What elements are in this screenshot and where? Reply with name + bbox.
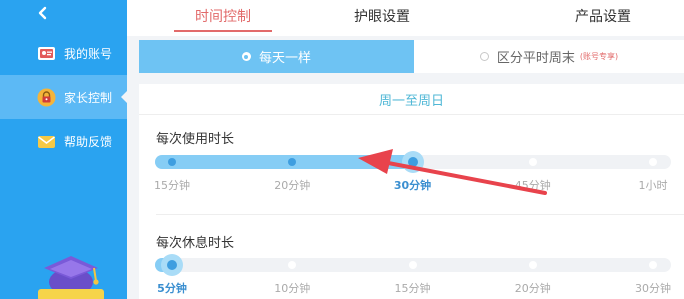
graduation-cap-icon [38, 256, 104, 299]
active-indicator [121, 91, 127, 103]
sidebar-item-help-feedback[interactable]: 帮助反馈 [0, 119, 127, 163]
sidebar-item-label: 家长控制 [64, 90, 113, 105]
weekday-range-label: 周一至周日 [378, 94, 444, 109]
chevron-left-icon [38, 6, 47, 20]
radio-selected-icon [241, 52, 251, 61]
id-card-icon [38, 46, 55, 60]
tab-product-settings[interactable]: 产品设置 [553, 0, 653, 32]
sidebar-item-label: 帮助反馈 [64, 134, 113, 149]
slider-stop[interactable] [528, 158, 537, 166]
slider-stop[interactable] [649, 261, 657, 269]
divider [156, 214, 684, 215]
schedule-mode-toggle: 每天一样 区分平时周末 (账号专享) [139, 40, 684, 73]
option-label: 区分平时周末 [496, 51, 575, 66]
slider-tick-label: 30分钟 [393, 179, 432, 192]
mascot-logo [36, 252, 106, 299]
option-label: 每天一样 [258, 51, 311, 66]
rest-duration-title: 每次休息时长 [156, 236, 235, 251]
slider-stop[interactable] [528, 261, 537, 269]
sidebar: 我的账号 家长控制 帮助反馈 [0, 0, 127, 299]
option-same-every-day[interactable]: 每天一样 [139, 40, 414, 73]
slider-tick-label: 10分钟 [274, 282, 311, 295]
back-button[interactable] [30, 0, 56, 26]
rest-duration-slider[interactable] [155, 254, 671, 276]
tab-label: 护眼设置 [354, 9, 410, 25]
sidebar-item-label: 我的账号 [64, 46, 113, 61]
slider-tick-label: 30分钟 [635, 282, 671, 295]
usage-duration-slider[interactable] [155, 151, 671, 173]
slider-thumb[interactable] [161, 254, 183, 276]
usage-duration-title: 每次使用时长 [156, 132, 235, 147]
tab-label: 产品设置 [575, 9, 631, 25]
radio-unselected-icon [479, 52, 489, 61]
option-weekday-weekend[interactable]: 区分平时周末 (账号专享) [414, 40, 684, 73]
slider-tick-label: 15分钟 [394, 282, 431, 295]
account-exclusive-badge: (账号专享) [579, 52, 619, 61]
slider-stop[interactable] [649, 158, 657, 166]
slider-tick-label: 45分钟 [514, 179, 551, 192]
slider-thumb[interactable] [401, 151, 424, 173]
slider-tick-label: 5分钟 [157, 282, 187, 295]
tab-time-control[interactable]: 时间控制 [174, 0, 272, 32]
tab-active-underline [174, 30, 272, 32]
tab-eye-protection[interactable]: 护眼设置 [332, 0, 432, 32]
slider-stop[interactable] [408, 261, 417, 269]
lock-icon [37, 88, 56, 106]
slider-tick-label: 15分钟 [154, 179, 190, 192]
sidebar-item-my-account[interactable]: 我的账号 [0, 31, 127, 75]
sidebar-item-parental-control[interactable]: 家长控制 [0, 75, 127, 119]
mail-icon [38, 135, 55, 148]
slider-stop[interactable] [168, 158, 176, 166]
tab-label: 时间控制 [195, 9, 251, 25]
divider [139, 114, 684, 115]
slider-tick-label: 20分钟 [274, 179, 311, 192]
slider-tick-label: 1小时 [638, 179, 668, 192]
slider-tick-label: 20分钟 [514, 282, 551, 295]
